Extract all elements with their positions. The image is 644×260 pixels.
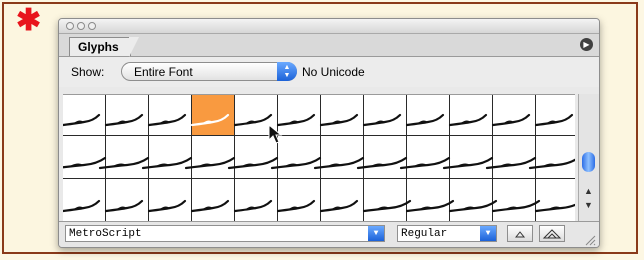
show-select[interactable]: Entire Font ▲ ▼ bbox=[121, 62, 297, 81]
glyph-cell[interactable] bbox=[448, 179, 498, 222]
glyph-cell[interactable] bbox=[319, 95, 364, 136]
glyph-cell[interactable] bbox=[448, 95, 493, 136]
glyph-cell[interactable] bbox=[276, 95, 321, 136]
glyph-cell[interactable] bbox=[141, 136, 193, 179]
font-style-value: Regular bbox=[401, 228, 448, 240]
show-select-value: Entire Font bbox=[134, 65, 193, 79]
glyphs-palette: Glyphs ▶ Show: Entire Font ▲ ▼ No Unicode… bbox=[58, 18, 600, 248]
minimize-icon[interactable] bbox=[77, 22, 85, 30]
zoom-out-icon bbox=[514, 231, 526, 238]
chevron-down-icon[interactable]: ▼ bbox=[480, 226, 496, 241]
font-family-field[interactable]: MetroScript ▼ bbox=[65, 225, 385, 242]
font-family-value: MetroScript bbox=[69, 228, 142, 240]
glyph-cell[interactable] bbox=[184, 136, 236, 179]
zoom-window-icon[interactable] bbox=[88, 22, 96, 30]
zoom-in-icon bbox=[542, 229, 562, 239]
updown-arrows-icon: ▲ ▼ bbox=[277, 62, 297, 81]
zoom-in-button[interactable] bbox=[539, 225, 565, 242]
glyph-cell[interactable] bbox=[405, 179, 455, 222]
glyph-cell[interactable] bbox=[190, 179, 235, 222]
tab-glyphs[interactable]: Glyphs bbox=[69, 37, 139, 57]
glyph-cell[interactable] bbox=[534, 95, 575, 136]
unicode-label: No Unicode bbox=[302, 65, 365, 79]
glyph-cell[interactable] bbox=[442, 136, 494, 179]
resize-grip-icon[interactable] bbox=[584, 234, 596, 246]
zoom-out-button[interactable] bbox=[507, 225, 533, 242]
palette-menu-icon[interactable]: ▶ bbox=[580, 38, 593, 51]
glyph-cell[interactable] bbox=[233, 179, 278, 222]
glyph-cell[interactable] bbox=[362, 179, 412, 222]
glyph-cell[interactable] bbox=[313, 136, 365, 179]
glyph-cell[interactable] bbox=[485, 136, 537, 179]
glyph-cell[interactable] bbox=[104, 95, 149, 136]
glyph-cell[interactable] bbox=[276, 179, 321, 222]
scroll-thumb[interactable] bbox=[582, 152, 595, 172]
glyph-cell[interactable] bbox=[362, 95, 407, 136]
chevron-down-icon[interactable]: ▼ bbox=[368, 226, 384, 241]
show-label: Show: bbox=[71, 65, 105, 79]
scroll-up-icon[interactable]: ▲ bbox=[584, 186, 593, 196]
glyph-scrollbar[interactable]: ▲ ▼ bbox=[578, 94, 599, 221]
glyph-cell[interactable] bbox=[190, 95, 235, 136]
glyph-cell[interactable] bbox=[356, 136, 408, 179]
palette-titlebar[interactable] bbox=[59, 19, 599, 34]
font-style-field[interactable]: Regular ▼ bbox=[397, 225, 497, 242]
show-row: Show: Entire Font ▲ ▼ No Unicode bbox=[59, 57, 599, 87]
tab-bar: Glyphs ▶ bbox=[59, 34, 599, 57]
close-icon[interactable] bbox=[66, 22, 74, 30]
glyph-cell[interactable] bbox=[63, 179, 106, 222]
glyph-cell[interactable] bbox=[528, 136, 575, 179]
glyph-cell[interactable] bbox=[491, 179, 541, 222]
glyph-cell[interactable] bbox=[147, 95, 192, 136]
glyph-cell[interactable] bbox=[147, 179, 192, 222]
glyph-cell[interactable] bbox=[405, 95, 450, 136]
glyph-cell[interactable] bbox=[319, 179, 364, 222]
mouse-cursor-icon bbox=[268, 124, 283, 144]
glyph-cell[interactable] bbox=[399, 136, 451, 179]
glyph-cell[interactable] bbox=[98, 136, 150, 179]
glyph-cell[interactable] bbox=[491, 95, 536, 136]
glyph-cell[interactable] bbox=[534, 179, 575, 222]
glyph-cell[interactable] bbox=[270, 136, 322, 179]
font-controls: MetroScript ▼ Regular ▼ bbox=[59, 221, 599, 247]
glyph-grid bbox=[63, 94, 575, 222]
scroll-down-icon[interactable]: ▼ bbox=[584, 200, 593, 210]
glyph-cell[interactable] bbox=[63, 136, 107, 179]
glyph-cell[interactable] bbox=[63, 95, 106, 136]
glyph-cell[interactable] bbox=[104, 179, 149, 222]
asterisk-icon: ✱ bbox=[16, 4, 42, 37]
